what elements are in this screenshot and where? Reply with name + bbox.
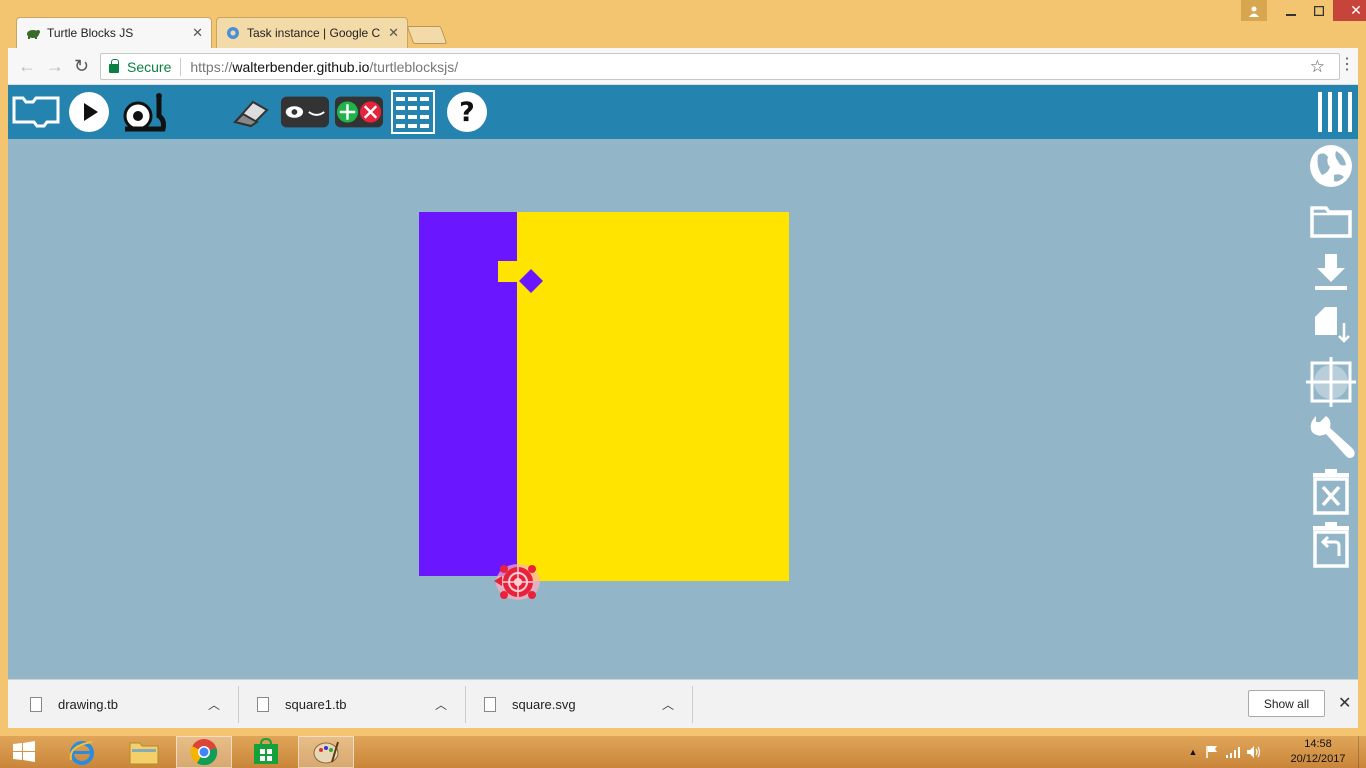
tab-close-icon[interactable]: ✕ <box>388 25 399 41</box>
download-icon[interactable] <box>1306 248 1356 298</box>
download-filename: drawing.tb <box>58 697 118 712</box>
user-profile-icon[interactable] <box>1241 0 1267 21</box>
stack-icon[interactable] <box>10 90 62 134</box>
file-icon <box>257 697 269 712</box>
address-bar[interactable]: Secure https://walterbender.github.io/tu… <box>100 53 1340 80</box>
show-all-button[interactable]: Show all <box>1248 690 1325 717</box>
turtle-blocks-app: ? <box>8 85 1358 679</box>
side-menu <box>1306 139 1358 679</box>
url-path: /turtleblocksjs/ <box>369 58 459 75</box>
lock-icon <box>109 59 119 73</box>
image-file-icon <box>484 697 496 712</box>
address-separator <box>180 57 182 76</box>
wrench-icon[interactable] <box>1306 412 1356 462</box>
minimize-button[interactable] <box>1277 0 1305 21</box>
folder-icon[interactable] <box>1306 195 1356 245</box>
help-icon[interactable]: ? <box>444 90 490 134</box>
clock[interactable]: 14:58 20/12/2017 <box>1288 737 1348 767</box>
save-file-icon[interactable] <box>1306 302 1356 352</box>
forward-arrow-icon[interactable]: → <box>46 56 64 77</box>
download-item[interactable]: drawing.tb ︿ <box>30 680 238 729</box>
chevron-up-icon[interactable]: ︿ <box>208 696 220 713</box>
window-controls: ✕ <box>1241 0 1366 21</box>
turtle-icon[interactable] <box>494 564 540 600</box>
system-tray: ▲ <box>1184 736 1264 768</box>
globe-icon[interactable] <box>1306 141 1356 191</box>
divider <box>238 686 239 723</box>
play-icon[interactable] <box>66 90 112 134</box>
collapse-expand-icon[interactable] <box>334 90 384 134</box>
taskbar: ▲ 14:58 20/12/2017 <box>0 736 1366 768</box>
svg-text:?: ? <box>459 97 475 128</box>
app-toolbar: ? <box>8 85 1358 139</box>
tab-strip: Turtle Blocks JS ✕ Task instance | Googl… <box>0 0 1366 48</box>
gear-favicon-icon <box>225 25 241 41</box>
volume-icon[interactable] <box>1244 745 1264 759</box>
tab-close-icon[interactable]: ✕ <box>192 25 203 41</box>
url-text: https://walterbender.github.io/turtleblo… <box>190 59 458 75</box>
new-tab-button[interactable] <box>406 26 448 44</box>
restore-icon[interactable] <box>1306 520 1356 570</box>
tab-title: Task instance | Google C <box>247 26 381 40</box>
turtle-canvas[interactable] <box>8 139 1358 679</box>
downloads-bar: drawing.tb ︿ square1.tb ︿ square.svg ︿ S… <box>8 679 1358 728</box>
chevron-up-icon[interactable]: ︿ <box>435 696 447 713</box>
clock-time: 14:58 <box>1304 738 1332 750</box>
download-item[interactable]: square1.tb ︿ <box>257 680 465 729</box>
drawing-surface <box>419 212 789 600</box>
divider <box>692 686 693 723</box>
browser-toolbar: ← → ↻ Secure https://walterbender.github… <box>8 48 1358 85</box>
tab-title: Turtle Blocks JS <box>47 26 134 40</box>
paint-icon[interactable] <box>298 736 354 768</box>
download-filename: square1.tb <box>285 697 347 712</box>
tab-task-instance[interactable]: Task instance | Google C ✕ <box>216 17 408 48</box>
clock-date: 20/12/2017 <box>1290 753 1346 765</box>
download-filename: square.svg <box>512 697 576 712</box>
bookmark-star-icon[interactable]: ☆ <box>1310 57 1325 77</box>
eye-icon[interactable] <box>280 90 330 134</box>
yellow-fill-rect <box>517 212 789 581</box>
tray-expand-icon[interactable]: ▲ <box>1184 747 1202 757</box>
back-arrow-icon[interactable]: ← <box>18 56 36 77</box>
browser-menu-icon[interactable]: ⋮ <box>1339 54 1355 74</box>
tab-turtle-blocks[interactable]: Turtle Blocks JS ✕ <box>16 17 212 48</box>
url-scheme: https:// <box>190 58 233 75</box>
snail-icon[interactable] <box>118 90 168 134</box>
yellow-notch <box>498 261 520 282</box>
grid-crosshair-icon[interactable] <box>1306 357 1356 407</box>
grid-icon[interactable] <box>390 90 436 134</box>
signal-icon[interactable] <box>1222 746 1244 758</box>
chrome-icon[interactable] <box>176 736 232 768</box>
maximize-button[interactable] <box>1305 0 1333 21</box>
internet-explorer-icon[interactable] <box>54 736 110 768</box>
windows-store-icon[interactable] <box>238 736 294 768</box>
menu-icon[interactable] <box>1314 90 1356 134</box>
delete-icon[interactable] <box>1306 467 1356 517</box>
close-window-button[interactable]: ✕ <box>1333 0 1366 21</box>
secure-label: Secure <box>127 58 172 75</box>
divider <box>465 686 466 723</box>
eraser-icon[interactable] <box>226 90 276 134</box>
close-downloads-icon[interactable]: ✕ <box>1338 693 1351 713</box>
download-item[interactable]: square.svg ︿ <box>484 680 692 729</box>
show-desktop-button[interactable] <box>1358 736 1366 768</box>
turtle-favicon-icon <box>25 25 41 41</box>
flag-icon[interactable] <box>1202 745 1222 759</box>
file-explorer-icon[interactable] <box>116 736 172 768</box>
reload-icon[interactable]: ↻ <box>74 56 89 77</box>
url-host: walterbender.github.io <box>232 58 370 75</box>
file-icon <box>30 697 42 712</box>
chevron-up-icon[interactable]: ︿ <box>662 696 674 713</box>
windows-start-icon[interactable] <box>0 736 48 768</box>
